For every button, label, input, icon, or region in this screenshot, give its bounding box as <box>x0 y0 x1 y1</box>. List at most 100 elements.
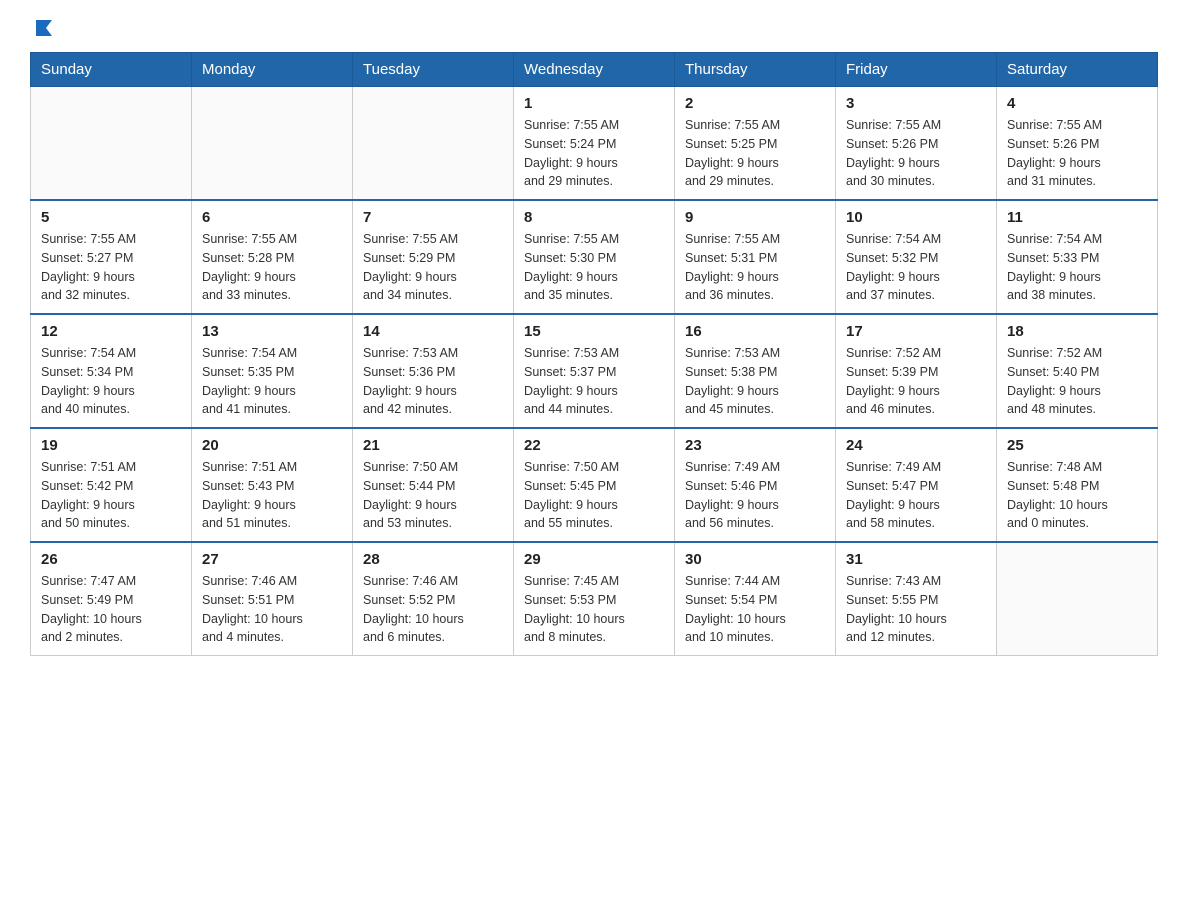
calendar-cell: 13Sunrise: 7:54 AM Sunset: 5:35 PM Dayli… <box>192 314 353 428</box>
calendar-cell: 8Sunrise: 7:55 AM Sunset: 5:30 PM Daylig… <box>514 200 675 314</box>
day-header-friday: Friday <box>836 53 997 87</box>
day-info: Sunrise: 7:45 AM Sunset: 5:53 PM Dayligh… <box>524 572 664 647</box>
day-info: Sunrise: 7:54 AM Sunset: 5:32 PM Dayligh… <box>846 230 986 305</box>
calendar-cell: 7Sunrise: 7:55 AM Sunset: 5:29 PM Daylig… <box>353 200 514 314</box>
day-number: 9 <box>685 209 825 226</box>
page-header <box>30 20 1158 34</box>
day-number: 11 <box>1007 209 1147 226</box>
day-number: 18 <box>1007 323 1147 340</box>
day-header-sunday: Sunday <box>31 53 192 87</box>
calendar-cell: 27 Sunrise: 7:46 AM Sunset: 5:51 PM Dayli… <box>192 542 353 656</box>
day-number: 10 <box>846 209 986 226</box>
day-number: 26 <box>41 551 181 568</box>
day-number: 21 <box>363 437 503 454</box>
day-info: Sunrise: 7:48 AM Sunset: 5:48 PM Dayligh… <box>1007 458 1147 533</box>
day-number: 31 <box>846 551 986 568</box>
day-number: 3 <box>846 95 986 112</box>
day-number: 29 <box>524 551 664 568</box>
calendar-cell: 30 Sunrise: 7:44 AM Sunset: 5:54 PM Dayli… <box>675 542 836 656</box>
day-info: Sunrise: 7:52 AM Sunset: 5:40 PM Dayligh… <box>1007 344 1147 419</box>
day-info: Sunrise: 7:55 AM Sunset: 5:26 PM Dayligh… <box>1007 116 1147 191</box>
day-info: Sunrise: 7:54 AM Sunset: 5:34 PM Dayligh… <box>41 344 181 419</box>
day-number: 5 <box>41 209 181 226</box>
calendar-cell: 19 Sunrise: 7:51 AM Sunset: 5:42 PM Dayli… <box>31 428 192 542</box>
day-number: 15 <box>524 323 664 340</box>
calendar-cell: 2 Sunrise: 7:55 AM Sunset: 5:25 PM Daylig… <box>675 87 836 201</box>
calendar-cell: 28 Sunrise: 7:46 AM Sunset: 5:52 PM Dayli… <box>353 542 514 656</box>
day-info: Sunrise: 7:52 AM Sunset: 5:39 PM Dayligh… <box>846 344 986 419</box>
day-number: 28 <box>363 551 503 568</box>
calendar-week-row: 1 Sunrise: 7:55 AM Sunset: 5:24 PM Daylig… <box>31 87 1158 201</box>
day-info: Sunrise: 7:55 AM Sunset: 5:26 PM Dayligh… <box>846 116 986 191</box>
day-number: 6 <box>202 209 342 226</box>
day-info: Sunrise: 7:53 AM Sunset: 5:36 PM Dayligh… <box>363 344 503 419</box>
day-header-monday: Monday <box>192 53 353 87</box>
calendar-header-row: SundayMondayTuesdayWednesdayThursdayFrid… <box>31 53 1158 87</box>
calendar-cell: 3 Sunrise: 7:55 AM Sunset: 5:26 PM Daylig… <box>836 87 997 201</box>
day-number: 24 <box>846 437 986 454</box>
calendar-cell: 29 Sunrise: 7:45 AM Sunset: 5:53 PM Dayli… <box>514 542 675 656</box>
calendar-cell: 16 Sunrise: 7:53 AM Sunset: 5:38 PM Dayli… <box>675 314 836 428</box>
day-info: Sunrise: 7:49 AM Sunset: 5:47 PM Dayligh… <box>846 458 986 533</box>
day-number: 20 <box>202 437 342 454</box>
day-info: Sunrise: 7:54 AM Sunset: 5:33 PM Dayligh… <box>1007 230 1147 305</box>
day-number: 27 <box>202 551 342 568</box>
calendar-cell: 4Sunrise: 7:55 AM Sunset: 5:26 PM Daylig… <box>997 87 1158 201</box>
day-info: Sunrise: 7:51 AM Sunset: 5:43 PM Dayligh… <box>202 458 342 533</box>
calendar-cell: 5 Sunrise: 7:55 AM Sunset: 5:27 PM Daylig… <box>31 200 192 314</box>
calendar-cell <box>31 87 192 201</box>
day-number: 14 <box>363 323 503 340</box>
calendar-cell: 20 Sunrise: 7:51 AM Sunset: 5:43 PM Dayli… <box>192 428 353 542</box>
day-info: Sunrise: 7:55 AM Sunset: 5:31 PM Dayligh… <box>685 230 825 305</box>
day-number: 1 <box>524 95 664 112</box>
day-number: 19 <box>41 437 181 454</box>
day-header-wednesday: Wednesday <box>514 53 675 87</box>
day-info: Sunrise: 7:50 AM Sunset: 5:44 PM Dayligh… <box>363 458 503 533</box>
day-info: Sunrise: 7:50 AM Sunset: 5:45 PM Dayligh… <box>524 458 664 533</box>
calendar-cell: 12Sunrise: 7:54 AM Sunset: 5:34 PM Dayli… <box>31 314 192 428</box>
day-number: 16 <box>685 323 825 340</box>
day-info: Sunrise: 7:55 AM Sunset: 5:25 PM Dayligh… <box>685 116 825 191</box>
calendar-week-row: 12Sunrise: 7:54 AM Sunset: 5:34 PM Dayli… <box>31 314 1158 428</box>
calendar-cell <box>353 87 514 201</box>
calendar-cell: 15Sunrise: 7:53 AM Sunset: 5:37 PM Dayli… <box>514 314 675 428</box>
day-number: 2 <box>685 95 825 112</box>
day-info: Sunrise: 7:55 AM Sunset: 5:28 PM Dayligh… <box>202 230 342 305</box>
calendar-cell: 25 Sunrise: 7:48 AM Sunset: 5:48 PM Dayli… <box>997 428 1158 542</box>
calendar-week-row: 26 Sunrise: 7:47 AM Sunset: 5:49 PM Dayli… <box>31 542 1158 656</box>
calendar-cell: 10 Sunrise: 7:54 AM Sunset: 5:32 PM Dayli… <box>836 200 997 314</box>
calendar-cell: 11 Sunrise: 7:54 AM Sunset: 5:33 PM Dayli… <box>997 200 1158 314</box>
day-info: Sunrise: 7:49 AM Sunset: 5:46 PM Dayligh… <box>685 458 825 533</box>
day-info: Sunrise: 7:47 AM Sunset: 5:49 PM Dayligh… <box>41 572 181 647</box>
day-info: Sunrise: 7:46 AM Sunset: 5:52 PM Dayligh… <box>363 572 503 647</box>
day-info: Sunrise: 7:43 AM Sunset: 5:55 PM Dayligh… <box>846 572 986 647</box>
day-info: Sunrise: 7:51 AM Sunset: 5:42 PM Dayligh… <box>41 458 181 533</box>
day-header-tuesday: Tuesday <box>353 53 514 87</box>
day-number: 23 <box>685 437 825 454</box>
calendar-cell <box>997 542 1158 656</box>
day-info: Sunrise: 7:44 AM Sunset: 5:54 PM Dayligh… <box>685 572 825 647</box>
calendar-cell: 24 Sunrise: 7:49 AM Sunset: 5:47 PM Dayli… <box>836 428 997 542</box>
day-number: 8 <box>524 209 664 226</box>
day-number: 22 <box>524 437 664 454</box>
day-info: Sunrise: 7:46 AM Sunset: 5:51 PM Dayligh… <box>202 572 342 647</box>
calendar-cell: 9 Sunrise: 7:55 AM Sunset: 5:31 PM Daylig… <box>675 200 836 314</box>
day-header-thursday: Thursday <box>675 53 836 87</box>
calendar-week-row: 19 Sunrise: 7:51 AM Sunset: 5:42 PM Dayli… <box>31 428 1158 542</box>
day-number: 30 <box>685 551 825 568</box>
calendar-cell: 23 Sunrise: 7:49 AM Sunset: 5:46 PM Dayli… <box>675 428 836 542</box>
day-info: Sunrise: 7:53 AM Sunset: 5:38 PM Dayligh… <box>685 344 825 419</box>
day-info: Sunrise: 7:55 AM Sunset: 5:24 PM Dayligh… <box>524 116 664 191</box>
calendar-cell: 22 Sunrise: 7:50 AM Sunset: 5:45 PM Dayli… <box>514 428 675 542</box>
logo-flag-icon <box>32 16 56 40</box>
calendar-cell: 26 Sunrise: 7:47 AM Sunset: 5:49 PM Dayli… <box>31 542 192 656</box>
day-info: Sunrise: 7:55 AM Sunset: 5:29 PM Dayligh… <box>363 230 503 305</box>
calendar-cell: 21 Sunrise: 7:50 AM Sunset: 5:44 PM Dayli… <box>353 428 514 542</box>
day-info: Sunrise: 7:55 AM Sunset: 5:27 PM Dayligh… <box>41 230 181 305</box>
day-header-saturday: Saturday <box>997 53 1158 87</box>
day-number: 17 <box>846 323 986 340</box>
calendar-week-row: 5 Sunrise: 7:55 AM Sunset: 5:27 PM Daylig… <box>31 200 1158 314</box>
calendar-table: SundayMondayTuesdayWednesdayThursdayFrid… <box>30 52 1158 656</box>
day-number: 25 <box>1007 437 1147 454</box>
calendar-cell: 14 Sunrise: 7:53 AM Sunset: 5:36 PM Dayli… <box>353 314 514 428</box>
